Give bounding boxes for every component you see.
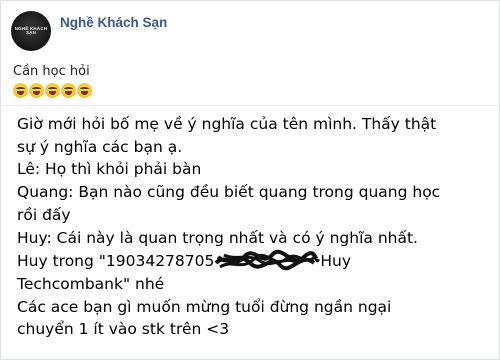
message-screenshot-text: Giờ mới hỏi bố mẹ về ý nghĩa của tên mìn… — [17, 113, 487, 341]
message-line-account: Huy trong "19034278705 Huy — [17, 249, 487, 273]
page-avatar[interactable]: NGHỀ KHÁCH SẠN — [11, 11, 51, 51]
laughing-crying-emoji-icon — [29, 83, 44, 98]
account-number-visible: Huy trong "19034278705 — [17, 252, 215, 271]
message-line: Lê: Họ thì khỏi phải bàn — [17, 160, 202, 179]
facebook-post: NGHỀ KHÁCH SẠN Nghề Khách Sạn Cần học hỏ… — [0, 0, 500, 360]
page-name-link[interactable]: Nghề Khách Sạn — [60, 15, 167, 30]
message-line: Quang: Bạn nào cũng đều biết quang trong… — [17, 183, 441, 202]
laughing-crying-emoji-icon — [77, 83, 92, 98]
message-line: Các ace bạn gì muốn mừng tuổi đừng ngần … — [17, 297, 392, 316]
laughing-crying-emoji-icon — [45, 83, 60, 98]
post-caption: Cần học hỏi — [13, 64, 90, 79]
redaction-scribble-icon — [214, 250, 321, 271]
laughing-crying-emoji-icon — [61, 83, 76, 98]
message-line: Huy: Cái này là quan trọng nhất và có ý … — [17, 228, 418, 247]
emoji-row — [13, 83, 92, 98]
laughing-crying-emoji-icon — [13, 83, 28, 98]
message-line: chuyển 1 ít vào stk trên <3 — [17, 320, 230, 339]
avatar-logo-text: NGHỀ KHÁCH SẠN — [14, 25, 48, 35]
message-line: Giờ mới hỏi bố mẹ về ý nghĩa của tên mìn… — [17, 115, 437, 133]
redaction-scribble — [214, 249, 321, 271]
message-line: Techcombank" nhé — [17, 274, 165, 293]
message-line: rồi đấy — [17, 205, 71, 224]
message-line: sự ý nghĩa các bạn ạ. — [17, 137, 183, 156]
account-holder-name: Huy — [320, 252, 352, 271]
